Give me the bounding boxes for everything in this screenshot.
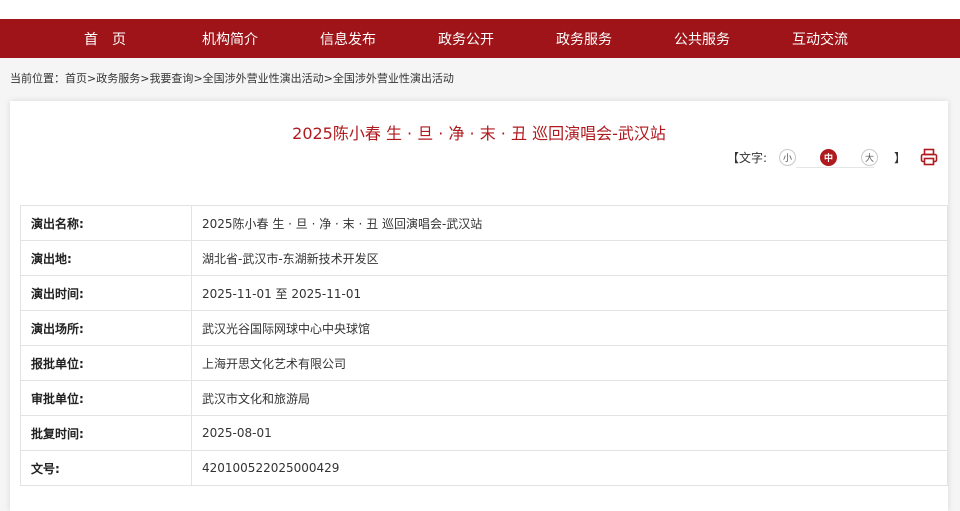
table-row: 演出场所: 武汉光谷国际网球中心中央球馆 [20, 310, 948, 346]
text-size-close: 】 [893, 150, 906, 165]
nav-item-public-affairs[interactable]: 政务公开 [438, 29, 556, 49]
table-row: 审批单位: 武汉市文化和旅游局 [20, 380, 948, 416]
breadcrumb-sep: > [87, 71, 97, 85]
row-label: 报批单位: [20, 345, 192, 381]
breadcrumb-item-current[interactable]: 全国涉外营业性演出活动 [333, 70, 454, 86]
text-size-small-button[interactable]: 小 [778, 148, 796, 166]
text-size-label: 【文字: [726, 150, 767, 165]
nav-item-gov-services[interactable]: 政务服务 [556, 29, 674, 49]
row-value: 武汉市文化和旅游局 [191, 380, 948, 416]
row-label: 演出时间: [20, 275, 192, 311]
breadcrumb-sep: > [193, 71, 203, 85]
row-label: 批复时间: [20, 415, 192, 451]
row-value: 2025陈小春 生 · 旦 · 净 · 末 · 丑 巡回演唱会-武汉站 [191, 205, 948, 241]
row-label: 演出名称: [20, 205, 192, 241]
nav-item-about[interactable]: 机构简介 [202, 29, 320, 49]
breadcrumb-sep: > [323, 71, 333, 85]
content-panel: 2025陈小春 生 · 旦 · 净 · 末 · 丑 巡回演唱会-武汉站 【文字:… [10, 101, 948, 511]
main-nav: 首 页 机构简介 信息发布 政务公开 政务服务 公共服务 互动交流 [0, 19, 960, 58]
print-icon[interactable] [920, 148, 938, 166]
table-row: 演出名称: 2025陈小春 生 · 旦 · 净 · 末 · 丑 巡回演唱会-武汉… [20, 205, 948, 241]
row-value: 2025-08-01 [191, 415, 948, 451]
row-label: 审批单位: [20, 380, 192, 416]
row-value: 2025-11-01 至 2025-11-01 [191, 275, 948, 311]
breadcrumb-item-home[interactable]: 首页 [65, 70, 87, 86]
row-value: 上海开思文化艺术有限公司 [191, 345, 948, 381]
breadcrumb-prefix: 当前位置： [10, 72, 65, 85]
text-size-controls: 【文字: 小 中 大 】 [727, 148, 938, 166]
row-label: 文号: [20, 450, 192, 486]
row-label: 演出地: [20, 240, 192, 276]
row-value: 湖北省-武汉市-东湖新技术开发区 [191, 240, 948, 276]
breadcrumb-item-query[interactable]: 我要查询 [149, 70, 193, 86]
row-label: 演出场所: [20, 310, 192, 346]
top-strip [0, 0, 960, 19]
breadcrumb-item-category[interactable]: 全国涉外营业性演出活动 [203, 70, 324, 86]
nav-item-home[interactable]: 首 页 [84, 29, 202, 49]
table-row: 批复时间: 2025-08-01 [20, 415, 948, 451]
table-row: 文号: 420100522025000429 [20, 450, 948, 486]
nav-item-interaction[interactable]: 互动交流 [792, 29, 910, 49]
breadcrumb-item-gov-services[interactable]: 政务服务 [96, 70, 140, 86]
breadcrumb: 当前位置： 首页 > 政务服务 > 我要查询 > 全国涉外营业性演出活动 > 全… [0, 58, 960, 98]
breadcrumb-sep: > [140, 71, 150, 85]
table-row: 报批单位: 上海开思文化艺术有限公司 [20, 345, 948, 381]
table-row: 演出时间: 2025-11-01 至 2025-11-01 [20, 275, 948, 311]
info-table: 演出名称: 2025陈小春 生 · 旦 · 净 · 末 · 丑 巡回演唱会-武汉… [20, 205, 948, 486]
nav-item-public-services[interactable]: 公共服务 [674, 29, 792, 49]
nav-item-news[interactable]: 信息发布 [320, 29, 438, 49]
page-title: 2025陈小春 生 · 旦 · 净 · 末 · 丑 巡回演唱会-武汉站 [292, 124, 666, 143]
row-value: 420100522025000429 [191, 450, 948, 486]
text-size-medium-button[interactable]: 中 [819, 148, 837, 166]
table-row: 演出地: 湖北省-武汉市-东湖新技术开发区 [20, 240, 948, 276]
text-size-underline [796, 167, 874, 168]
row-value: 武汉光谷国际网球中心中央球馆 [191, 310, 948, 346]
text-size-large-button[interactable]: 大 [860, 148, 878, 166]
